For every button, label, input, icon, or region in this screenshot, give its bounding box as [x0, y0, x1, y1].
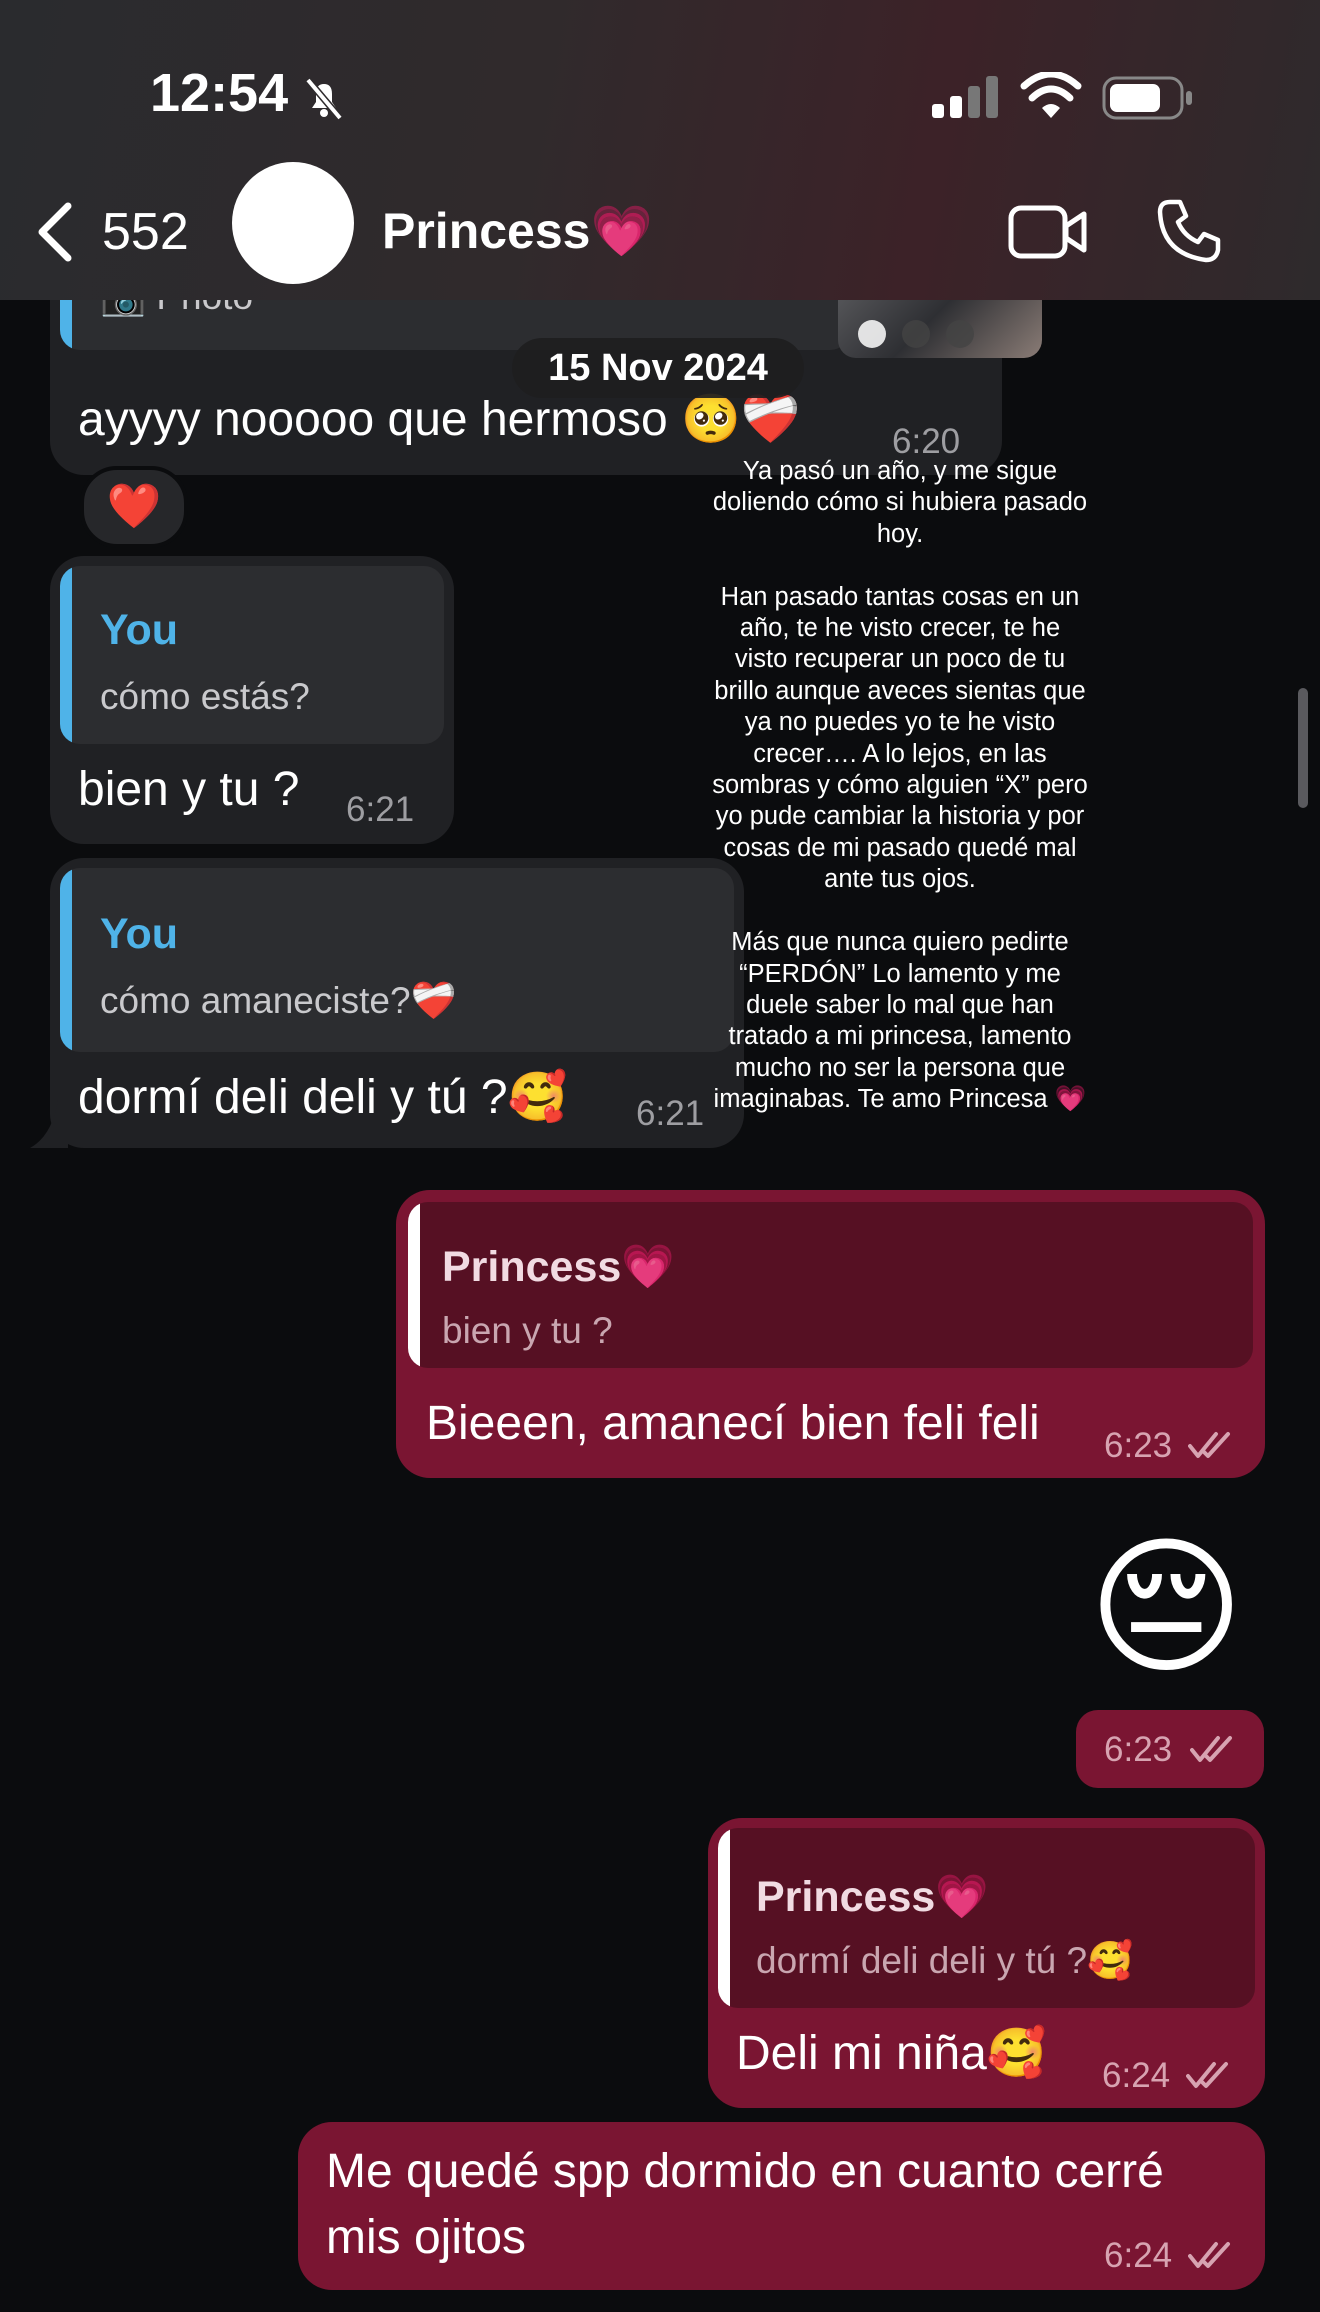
reply-quote-text: cómo estás?: [100, 676, 310, 717]
message-time: 6:21: [636, 1094, 705, 1133]
message-text: dormí deli deli y tú ?🥰: [78, 1071, 568, 1124]
read-receipt-icon: [1186, 2062, 1228, 2088]
reply-quote-author: You: [100, 910, 179, 958]
reply-quote[interactable]: Princess💗 bien y tu ?: [408, 1202, 1253, 1368]
reply-quote-bar: [408, 1202, 420, 1368]
wifi-icon: [1020, 72, 1082, 118]
message-bubble-outgoing[interactable]: Me quedé spp dormido en cuanto cerré mis…: [298, 2122, 1265, 2290]
reply-quote-text: bien y tu ?: [442, 1310, 613, 1351]
read-receipt-icon: [1188, 2242, 1230, 2268]
message-time: 6:21: [346, 790, 415, 829]
date-separator: 15 Nov 2024: [512, 338, 804, 398]
message-bubble-incoming[interactable]: You cómo estás? bien y tu ? 6:21: [50, 556, 454, 844]
bubble-tail-incoming: [30, 1100, 68, 1148]
reply-quote[interactable]: You cómo amaneciste?❤️‍🩹: [60, 868, 734, 1052]
message-text-line-1: Me quedé spp dormido en cuanto cerré: [326, 2145, 1164, 2198]
message-text: Bieeen, amanecí bien feli feli: [426, 1397, 1040, 1450]
message-time: 6:23: [1104, 1426, 1173, 1465]
chat-header: 12:54 552 Princess💗: [0, 0, 1320, 300]
reply-quote[interactable]: Princess💗 dormí deli deli y tú ?🥰: [718, 1828, 1255, 2008]
video-call-icon[interactable]: [1008, 204, 1088, 260]
emoji-message[interactable]: 😔: [1088, 1522, 1244, 1692]
message-time: 6:24: [1104, 2236, 1173, 2275]
video-mini-icon: [902, 320, 930, 348]
reply-quote-text: cómo amaneciste?❤️‍🩹: [100, 980, 457, 1021]
heart-reaction-icon: ❤️: [106, 482, 162, 531]
reply-quote-bar: [718, 1828, 730, 2008]
unread-count[interactable]: 552: [102, 202, 189, 262]
reply-quote-author: Princess💗: [442, 1243, 675, 1291]
cellular-signal-icon: [932, 76, 998, 118]
status-bar-time: 12:54: [150, 63, 289, 123]
scrollbar[interactable]: [1298, 688, 1308, 808]
reply-quote-author: You: [100, 606, 179, 654]
battery-icon: [1102, 76, 1192, 120]
message-text: Deli mi niña🥰: [736, 2027, 1047, 2080]
message-time: 6:24: [1102, 2056, 1171, 2095]
avatar[interactable]: [232, 162, 354, 284]
message-text-line-2: mis ojitos: [326, 2211, 527, 2264]
mic-icon: [946, 320, 974, 348]
back-chevron-icon[interactable]: [34, 200, 78, 264]
message-text: bien y tu ?: [78, 763, 300, 816]
overlay-caption-text: Ya pasó un año, y me sigue doliendo cómo…: [712, 457, 1088, 1114]
message-bubble-outgoing[interactable]: Princess💗 dormí deli deli y tú ?🥰 Deli m…: [708, 1818, 1265, 2108]
reply-quote-text: dormí deli deli y tú ?🥰: [756, 1940, 1134, 1981]
message-bubble-outgoing[interactable]: Princess💗 bien y tu ? Bieeen, amanecí bi…: [396, 1190, 1265, 1478]
message-bubble-outgoing[interactable]: 6:23: [1076, 1710, 1264, 1788]
contact-name[interactable]: Princess💗: [382, 202, 653, 261]
reply-quote-bar: [60, 868, 72, 1052]
read-receipt-icon: [1190, 1736, 1232, 1762]
bell-muted-icon: [305, 77, 343, 121]
speaker-icon: [858, 320, 886, 348]
message-bubble-incoming[interactable]: You cómo amaneciste?❤️‍🩹 dormí deli deli…: [50, 858, 744, 1148]
reply-quote[interactable]: You cómo estás?: [60, 566, 444, 744]
message-text: ayyyy nooooo que hermoso 🥺❤️‍🩹: [78, 393, 801, 446]
phone-call-icon[interactable]: [1156, 198, 1222, 264]
reply-quote-author: Princess💗: [756, 1873, 989, 1921]
read-receipt-icon: [1188, 1432, 1230, 1458]
reply-quote-bar: [60, 566, 72, 744]
message-time: 6:23: [1104, 1730, 1173, 1769]
reaction-badge[interactable]: ❤️: [80, 466, 188, 548]
